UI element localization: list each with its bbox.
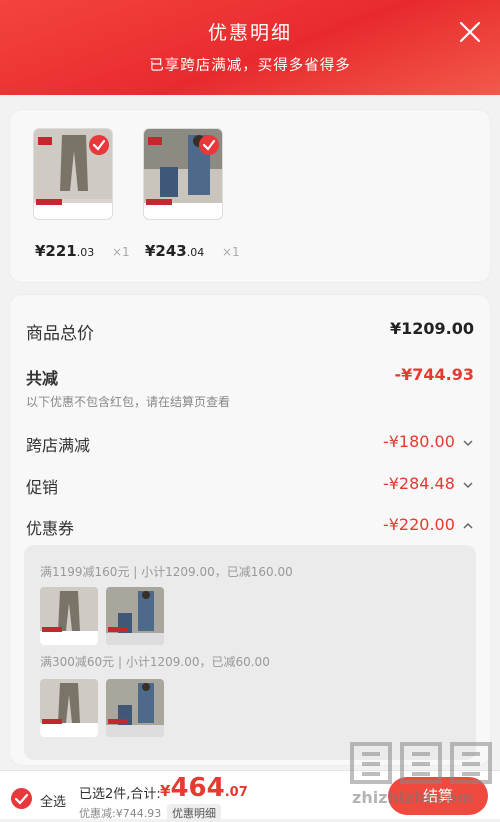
product-price: ¥221.03 <box>35 242 95 260</box>
coupon-row[interactable]: -¥220.00 <box>383 515 474 534</box>
coupon-product-thumbnail <box>106 679 164 737</box>
coupon-rule: 满300减60元 | 小计1209.00，已减60.00 <box>40 655 270 669</box>
coupon-rule: 满1199减160元 | 小计1209.00，已减160.00 <box>40 565 293 579</box>
product-price: ¥243.04 <box>145 242 205 260</box>
promotion-value: -¥284.48 <box>382 474 455 493</box>
checkout-total: ¥464.07 <box>160 773 248 803</box>
coupon-product-thumbnail <box>106 587 164 645</box>
discount-detail-header: 优惠明细 已享跨店满减，买得多省得多 <box>0 0 500 95</box>
watermark-domain: zhizhizhi.com <box>352 788 474 807</box>
coupon-details-panel: 满1199减160元 | 小计1209.00，已减160.00 满300减60元… <box>24 545 476 760</box>
select-all-checkbox[interactable] <box>11 788 32 809</box>
discount-note: 以下优惠不包含红包，请在结算页查看 <box>26 395 231 409</box>
select-all-label[interactable]: 全选 <box>40 791 66 810</box>
promotion-label: 促销 <box>26 478 59 497</box>
total-discount-label: 共减 <box>26 369 59 388</box>
close-icon[interactable] <box>458 20 482 44</box>
product-quantity: ×1 <box>112 245 130 259</box>
products-card: ¥221.03 ×1 ¥243.04 ×1 <box>10 110 490 282</box>
discount-detail-link[interactable]: 优惠明细 <box>167 804 221 822</box>
coupon-product-thumbnail <box>40 587 98 645</box>
cross-store-discount-row[interactable]: -¥180.00 <box>383 432 474 451</box>
checked-icon[interactable] <box>89 135 109 155</box>
cross-store-discount-label: 跨店满减 <box>26 436 91 455</box>
total-price-label: 商品总价 <box>26 324 94 344</box>
total-price-value: ¥1209.00 <box>389 319 474 338</box>
price-breakdown-card: 商品总价 ¥1209.00 共减 -¥744.93 以下优惠不包含红包，请在结算… <box>10 295 490 765</box>
coupon-label: 优惠券 <box>26 519 75 538</box>
selected-summary: 已选2件,合计: <box>79 787 161 802</box>
chevron-down-icon[interactable] <box>462 481 474 489</box>
product-quantity: ×1 <box>222 245 240 259</box>
cross-store-discount-value: -¥180.00 <box>382 432 455 451</box>
product-image[interactable] <box>143 128 223 220</box>
page-subtitle: 已享跨店满减，买得多省得多 <box>149 58 351 74</box>
coupon-value: -¥220.00 <box>382 515 455 534</box>
page-title: 优惠明细 <box>207 22 292 44</box>
total-discount-value: -¥744.93 <box>394 365 474 384</box>
promotion-row[interactable]: -¥284.48 <box>383 474 474 493</box>
watermark-glyph-icon <box>350 742 492 784</box>
chevron-down-icon[interactable] <box>462 439 474 447</box>
coupon-product-thumbnail <box>40 679 98 737</box>
checked-icon[interactable] <box>199 135 219 155</box>
chevron-up-icon[interactable] <box>462 522 474 530</box>
watermark-logo: zhizhizhi.com <box>348 738 498 810</box>
product-image[interactable] <box>33 128 113 220</box>
